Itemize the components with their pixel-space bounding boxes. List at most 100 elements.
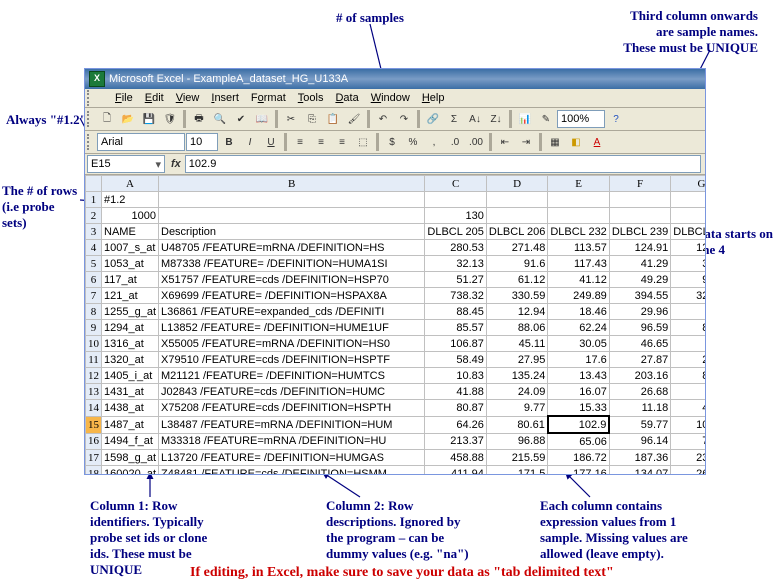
research-icon[interactable]: 📖: [252, 109, 272, 129]
cell-F3[interactable]: DLBCL 239: [609, 224, 670, 240]
dec-dec-icon[interactable]: .00: [466, 132, 486, 152]
cell-G11[interactable]: 26.52: [671, 352, 705, 368]
cell-A14[interactable]: 1438_at: [102, 400, 159, 417]
cell-D4[interactable]: 271.48: [486, 240, 547, 256]
row-header-14[interactable]: 14: [86, 400, 102, 417]
cell-G5[interactable]: 33.66: [671, 256, 705, 272]
cell-D11[interactable]: 27.95: [486, 352, 547, 368]
cell-F16[interactable]: 96.14: [609, 433, 670, 450]
cell-G18[interactable]: 266.96: [671, 466, 705, 476]
cell-A10[interactable]: 1316_at: [102, 336, 159, 352]
row-header-8[interactable]: 8: [86, 304, 102, 320]
cell-A4[interactable]: 1007_s_at: [102, 240, 159, 256]
cell-C12[interactable]: 10.83: [425, 368, 486, 384]
cell-F9[interactable]: 96.59: [609, 320, 670, 336]
cell-C16[interactable]: 213.37: [425, 433, 486, 450]
menu-format[interactable]: Format: [245, 91, 292, 105]
cell-C3[interactable]: DLBCL 205: [425, 224, 486, 240]
cell-B17[interactable]: L13720 /FEATURE= /DEFINITION=HUMGAS: [159, 450, 425, 466]
cell-G17[interactable]: 237.69: [671, 450, 705, 466]
cell-A5[interactable]: 1053_at: [102, 256, 159, 272]
cell-F5[interactable]: 41.29: [609, 256, 670, 272]
cell-C13[interactable]: 41.88: [425, 384, 486, 400]
cell-A9[interactable]: 1294_at: [102, 320, 159, 336]
cell-C8[interactable]: 88.45: [425, 304, 486, 320]
cell-E18[interactable]: 177.16: [548, 466, 609, 476]
percent-icon[interactable]: %: [403, 132, 423, 152]
cell-A15[interactable]: 1487_at: [102, 416, 159, 433]
cell-F7[interactable]: 394.55: [609, 288, 670, 304]
new-icon[interactable]: 🗋: [97, 109, 117, 129]
col-header-E[interactable]: E: [548, 176, 609, 192]
inc-indent-icon[interactable]: ⇥: [516, 132, 536, 152]
cell-D14[interactable]: 9.77: [486, 400, 547, 417]
cell-F15[interactable]: 59.77: [609, 416, 670, 433]
menu-window[interactable]: Window: [365, 91, 416, 105]
row-header-7[interactable]: 7: [86, 288, 102, 304]
cell-A7[interactable]: 121_at: [102, 288, 159, 304]
cell-A12[interactable]: 1405_i_at: [102, 368, 159, 384]
currency-icon[interactable]: $: [382, 132, 402, 152]
cell-E15[interactable]: 102.9: [548, 416, 609, 433]
row-header-12[interactable]: 12: [86, 368, 102, 384]
row-header-6[interactable]: 6: [86, 272, 102, 288]
cell-G16[interactable]: 78.77: [671, 433, 705, 450]
menu-insert[interactable]: Insert: [205, 91, 245, 105]
cell-A1[interactable]: #1.2: [102, 192, 159, 208]
row-header-9[interactable]: 9: [86, 320, 102, 336]
cell-E14[interactable]: 15.33: [548, 400, 609, 417]
cell-D16[interactable]: 96.88: [486, 433, 547, 450]
cell-E4[interactable]: 113.57: [548, 240, 609, 256]
row-header-5[interactable]: 5: [86, 256, 102, 272]
cell-B16[interactable]: M33318 /FEATURE=mRNA /DEFINITION=HU: [159, 433, 425, 450]
print-icon[interactable]: 🖶: [189, 109, 209, 129]
row-header-18[interactable]: 18: [86, 466, 102, 476]
cell-F17[interactable]: 187.36: [609, 450, 670, 466]
cell-G1[interactable]: [671, 192, 705, 208]
font-name-box[interactable]: Arial: [97, 133, 185, 151]
cell-A8[interactable]: 1255_g_at: [102, 304, 159, 320]
cell-G3[interactable]: DLBCL 240: [671, 224, 705, 240]
cell-E16[interactable]: 65.06: [548, 433, 609, 450]
row-header-16[interactable]: 16: [86, 433, 102, 450]
spreadsheet-grid[interactable]: ABCDEFG1#1.2210001303NAMEDescriptionDLBC…: [85, 175, 705, 475]
cell-C9[interactable]: 85.57: [425, 320, 486, 336]
cell-B8[interactable]: L36861 /FEATURE=expanded_cds /DEFINITI: [159, 304, 425, 320]
borders-icon[interactable]: ▦: [545, 132, 565, 152]
cell-G8[interactable]: 39: [671, 304, 705, 320]
paste-icon[interactable]: 📋: [323, 109, 343, 129]
open-icon[interactable]: 📂: [118, 109, 138, 129]
fill-color-icon[interactable]: ◧: [566, 132, 586, 152]
cell-D5[interactable]: 91.6: [486, 256, 547, 272]
cell-D6[interactable]: 61.12: [486, 272, 547, 288]
cell-G2[interactable]: [671, 208, 705, 224]
undo-icon[interactable]: ↶: [373, 109, 393, 129]
chart-icon[interactable]: 📊: [515, 109, 535, 129]
cell-C15[interactable]: 64.26: [425, 416, 486, 433]
col-header-D[interactable]: D: [486, 176, 547, 192]
cell-D12[interactable]: 135.24: [486, 368, 547, 384]
cell-F8[interactable]: 29.96: [609, 304, 670, 320]
cell-E2[interactable]: [548, 208, 609, 224]
cell-F6[interactable]: 49.29: [609, 272, 670, 288]
cut-icon[interactable]: ✂: [281, 109, 301, 129]
cell-B13[interactable]: J02843 /FEATURE=cds /DEFINITION=HUMC: [159, 384, 425, 400]
cell-E1[interactable]: [548, 192, 609, 208]
row-header-10[interactable]: 10: [86, 336, 102, 352]
cell-F10[interactable]: 46.65: [609, 336, 670, 352]
cell-B2[interactable]: [159, 208, 425, 224]
cell-G6[interactable]: 96.09: [671, 272, 705, 288]
font-size-box[interactable]: 10: [186, 133, 218, 151]
col-header-B[interactable]: B: [159, 176, 425, 192]
cell-B14[interactable]: X75208 /FEATURE=cds /DEFINITION=HSPTH: [159, 400, 425, 417]
copy-icon[interactable]: ⎘: [302, 109, 322, 129]
cell-B4[interactable]: U48705 /FEATURE=mRNA /DEFINITION=HS: [159, 240, 425, 256]
row-header-3[interactable]: 3: [86, 224, 102, 240]
hyperlink-icon[interactable]: 🔗: [423, 109, 443, 129]
cell-C6[interactable]: 51.27: [425, 272, 486, 288]
row-header-15[interactable]: 15: [86, 416, 102, 433]
cell-F2[interactable]: [609, 208, 670, 224]
cell-E5[interactable]: 117.43: [548, 256, 609, 272]
sort-desc-icon[interactable]: Z↓: [486, 109, 506, 129]
cell-D1[interactable]: [486, 192, 547, 208]
